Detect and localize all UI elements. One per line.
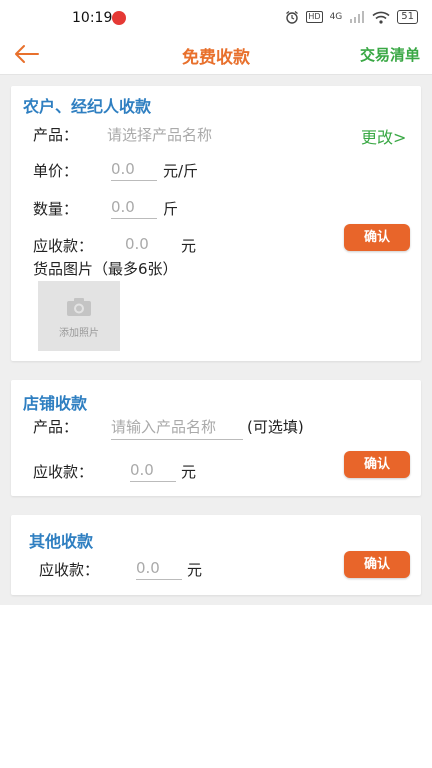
shop-card-title: 店铺收款 <box>23 394 88 413</box>
shop-product-label: 产品： <box>33 418 79 436</box>
signal-icon <box>350 11 365 23</box>
receivable-unit: 元 <box>181 237 197 255</box>
quantity-input[interactable]: 0.0 <box>111 198 157 219</box>
recording-indicator-icon <box>112 11 126 25</box>
other-card-title: 其他收款 <box>29 532 94 551</box>
shop-payment-card: 店铺收款 产品： 请输入产品名称 (可选填) 应收款： 0.0 元 确认 <box>11 380 421 496</box>
other-receivable-unit: 元 <box>187 561 203 579</box>
status-time: 10:19 <box>72 10 113 26</box>
product-label: 产品： <box>33 126 79 144</box>
price-input[interactable]: 0.0 <box>111 160 157 181</box>
price-unit: 元/斤 <box>163 162 199 180</box>
main-content: 农户、经纪人收款 产品： 请选择产品名称 更改> 单价： 0.0 元/斤 数量：… <box>0 75 432 605</box>
alarm-icon <box>286 11 299 24</box>
other-receivable-input[interactable]: 0.0 <box>136 559 182 580</box>
camera-icon <box>67 298 91 316</box>
farmer-confirm-button[interactable]: 确认 <box>344 224 410 251</box>
price-label: 单价： <box>33 162 79 180</box>
other-payment-card: 其他收款 应收款： 0.0 元 确认 <box>11 515 421 595</box>
optional-note: (可选填) <box>247 418 304 436</box>
shop-receivable-label: 应收款： <box>33 463 94 481</box>
app-header: 免费收款 交易清单 <box>0 34 432 75</box>
other-receivable-label: 应收款： <box>39 561 100 579</box>
receivable-value: 0.0 <box>125 235 149 253</box>
quantity-unit: 斤 <box>163 200 179 218</box>
product-select[interactable]: 请选择产品名称 <box>107 124 212 145</box>
farmer-card-title: 农户、经纪人收款 <box>23 97 152 116</box>
add-photo-label: 添加照片 <box>59 328 99 339</box>
battery-icon: 51 <box>397 10 418 24</box>
goods-photos-label: 货品图片（最多6张） <box>33 260 178 278</box>
wifi-icon <box>372 11 390 24</box>
transaction-list-link[interactable]: 交易清单 <box>360 44 420 65</box>
change-product-link[interactable]: 更改> <box>361 124 406 148</box>
network-type-icon: 4G <box>329 12 343 22</box>
farmer-payment-card: 农户、经纪人收款 产品： 请选择产品名称 更改> 单价： 0.0 元/斤 数量：… <box>11 86 421 361</box>
other-confirm-button[interactable]: 确认 <box>344 551 410 578</box>
shop-product-input[interactable]: 请输入产品名称 <box>111 416 243 440</box>
status-icons: HD 4G 51 <box>285 10 418 24</box>
quantity-label: 数量： <box>33 200 79 218</box>
shop-confirm-button[interactable]: 确认 <box>344 451 410 478</box>
receivable-label: 应收款： <box>33 237 94 255</box>
add-photo-button[interactable]: 添加照片 <box>38 281 120 351</box>
status-bar: 10:19 HD 4G 51 <box>0 0 432 34</box>
shop-receivable-unit: 元 <box>181 463 197 481</box>
hd-icon: HD <box>306 11 323 23</box>
shop-receivable-input[interactable]: 0.0 <box>130 461 176 482</box>
